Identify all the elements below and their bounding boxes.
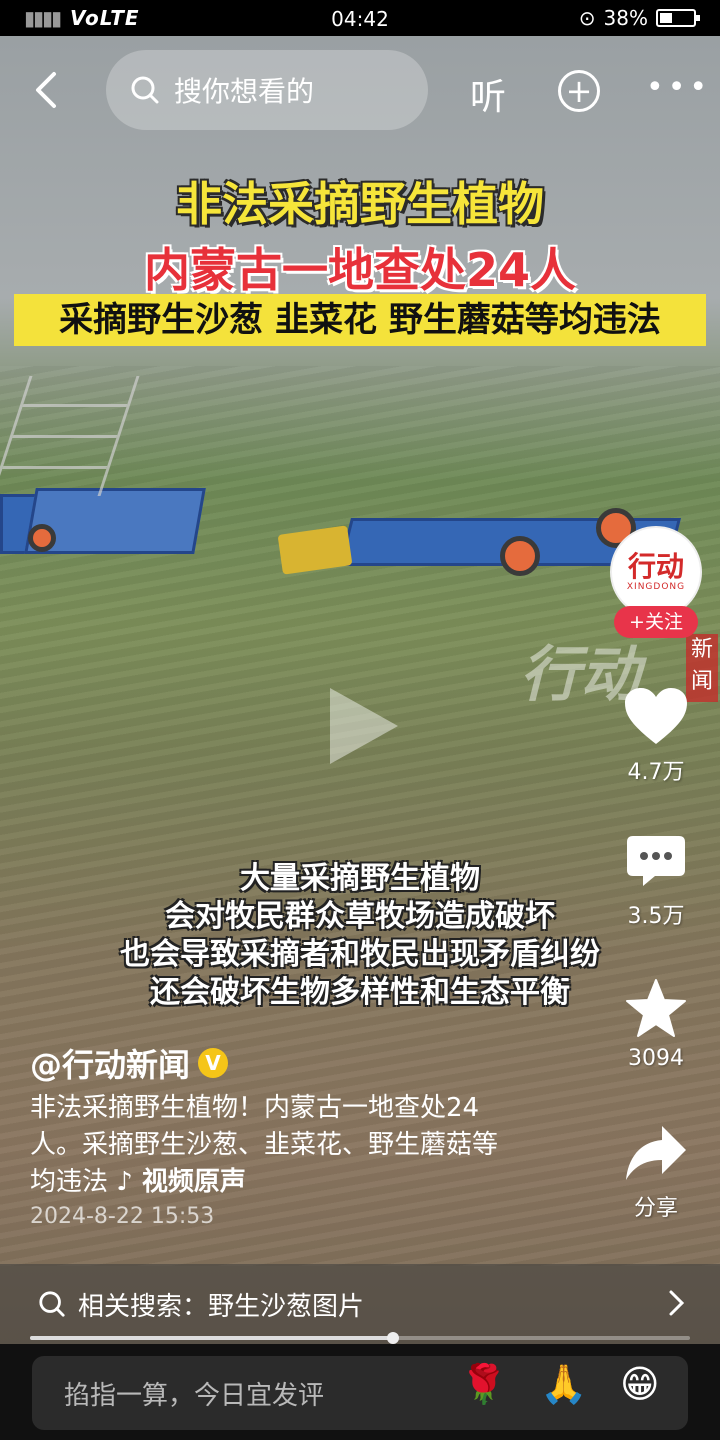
- play-icon[interactable]: [330, 688, 398, 764]
- progress-handle[interactable]: [387, 1332, 399, 1344]
- grin-emoji-button[interactable]: 😁: [620, 1362, 660, 1406]
- avatar-sub: XINGDONG: [626, 582, 686, 592]
- author-name[interactable]: @行动新闻 V: [30, 1040, 229, 1086]
- share-icon: [626, 1126, 686, 1180]
- pray-emoji-button[interactable]: 🙏: [540, 1362, 587, 1407]
- battery-icon: [656, 9, 700, 27]
- search-placeholder: 搜你想看的: [174, 75, 315, 108]
- search-icon: [39, 1291, 65, 1317]
- status-bar: ▮▮▮▮ VoLTE 04:42 ⊙ 38%: [0, 0, 720, 36]
- favorite-button[interactable]: 3094: [610, 978, 702, 1071]
- heart-icon: [625, 688, 687, 744]
- headline-secondary: 内蒙古一地查处24人: [143, 243, 576, 297]
- plus-icon: +: [565, 72, 593, 110]
- headline-primary: 非法采摘野生植物: [176, 177, 544, 231]
- cart-wheel: [500, 536, 540, 576]
- subtitle-line: 还会破坏生物多样性和生态平衡: [150, 975, 570, 1010]
- back-button[interactable]: [28, 70, 68, 110]
- add-button[interactable]: +: [558, 70, 600, 112]
- follow-button[interactable]: +关注: [614, 606, 698, 638]
- music-link[interactable]: ♪ 视频原声: [116, 1167, 246, 1197]
- search-input[interactable]: 搜你想看的: [106, 50, 428, 130]
- clock: 04:42: [331, 7, 389, 31]
- star-icon: [626, 979, 686, 1037]
- subtitle-line: 也会导致采摘者和牧民出现矛盾纠纷: [120, 937, 600, 972]
- chevron-right-icon: [669, 1290, 685, 1316]
- desc-line: 人。采摘野生沙葱、韭菜花、野生蘑菇等: [30, 1130, 499, 1160]
- comment-count: 3.5万: [627, 904, 685, 929]
- comment-input[interactable]: 掐指一算，今日宜发评: [32, 1356, 688, 1430]
- post-date: 2024-8-22 15:53: [30, 1204, 215, 1229]
- top-bar: 搜你想看的 听 + •••: [0, 50, 720, 130]
- comment-bar: 掐指一算，今日宜发评 🌹 🙏 😁: [0, 1344, 720, 1440]
- share-label: 分享: [633, 1196, 678, 1221]
- subtitle-line: 大量采摘野生植物: [240, 861, 480, 896]
- video-progress-bar[interactable]: [30, 1332, 690, 1344]
- search-icon: [131, 76, 159, 104]
- like-count: 4.7万: [627, 760, 685, 785]
- related-search-bar[interactable]: 相关搜索：野生沙葱图片: [0, 1264, 720, 1344]
- author-handle: @行动新闻: [30, 1046, 191, 1084]
- avatar[interactable]: 行动 XINGDONG: [610, 526, 702, 618]
- favorite-count: 3094: [628, 1046, 684, 1071]
- back-arrow-icon: [36, 72, 56, 108]
- desc-line: 非法采摘野生植物！内蒙古一地查处24: [30, 1093, 480, 1123]
- progress-fill: [30, 1336, 393, 1340]
- rose-emoji-button[interactable]: 🌹: [460, 1362, 507, 1407]
- like-button[interactable]: 4.7万: [610, 686, 702, 786]
- comment-icon: [627, 836, 685, 886]
- ellipsis-icon: •••: [646, 70, 712, 105]
- more-options-button[interactable]: •••: [646, 70, 711, 105]
- comment-button[interactable]: 3.5万: [610, 834, 702, 930]
- verified-badge-icon: V: [198, 1048, 229, 1078]
- video-subtitles: 大量采摘野生植物 会对牧民群众草牧场造成破坏 也会导致采摘者和牧民出现矛盾纠纷 …: [80, 860, 640, 1012]
- avatar-logo: 行动: [627, 550, 684, 583]
- related-label: 相关搜索：野生沙葱图片: [78, 1291, 365, 1322]
- headline-banner: 采摘野生沙葱 韭菜花 野生蘑菇等均违法: [14, 294, 706, 346]
- desc-line-3: 均违法 ♪ 视频原声: [30, 1167, 246, 1197]
- share-button[interactable]: 分享: [610, 1124, 702, 1222]
- comment-placeholder: 掐指一算，今日宜发评: [64, 1380, 325, 1411]
- listen-button[interactable]: 听: [470, 68, 506, 120]
- subtitle-line: 会对牧民群众草牧场造成破坏: [165, 899, 555, 934]
- cart-wheel: [28, 524, 56, 552]
- post-description[interactable]: 非法采摘野生植物！内蒙古一地查处24 人。采摘野生沙葱、韭菜花、野生蘑菇等 均违…: [30, 1090, 570, 1201]
